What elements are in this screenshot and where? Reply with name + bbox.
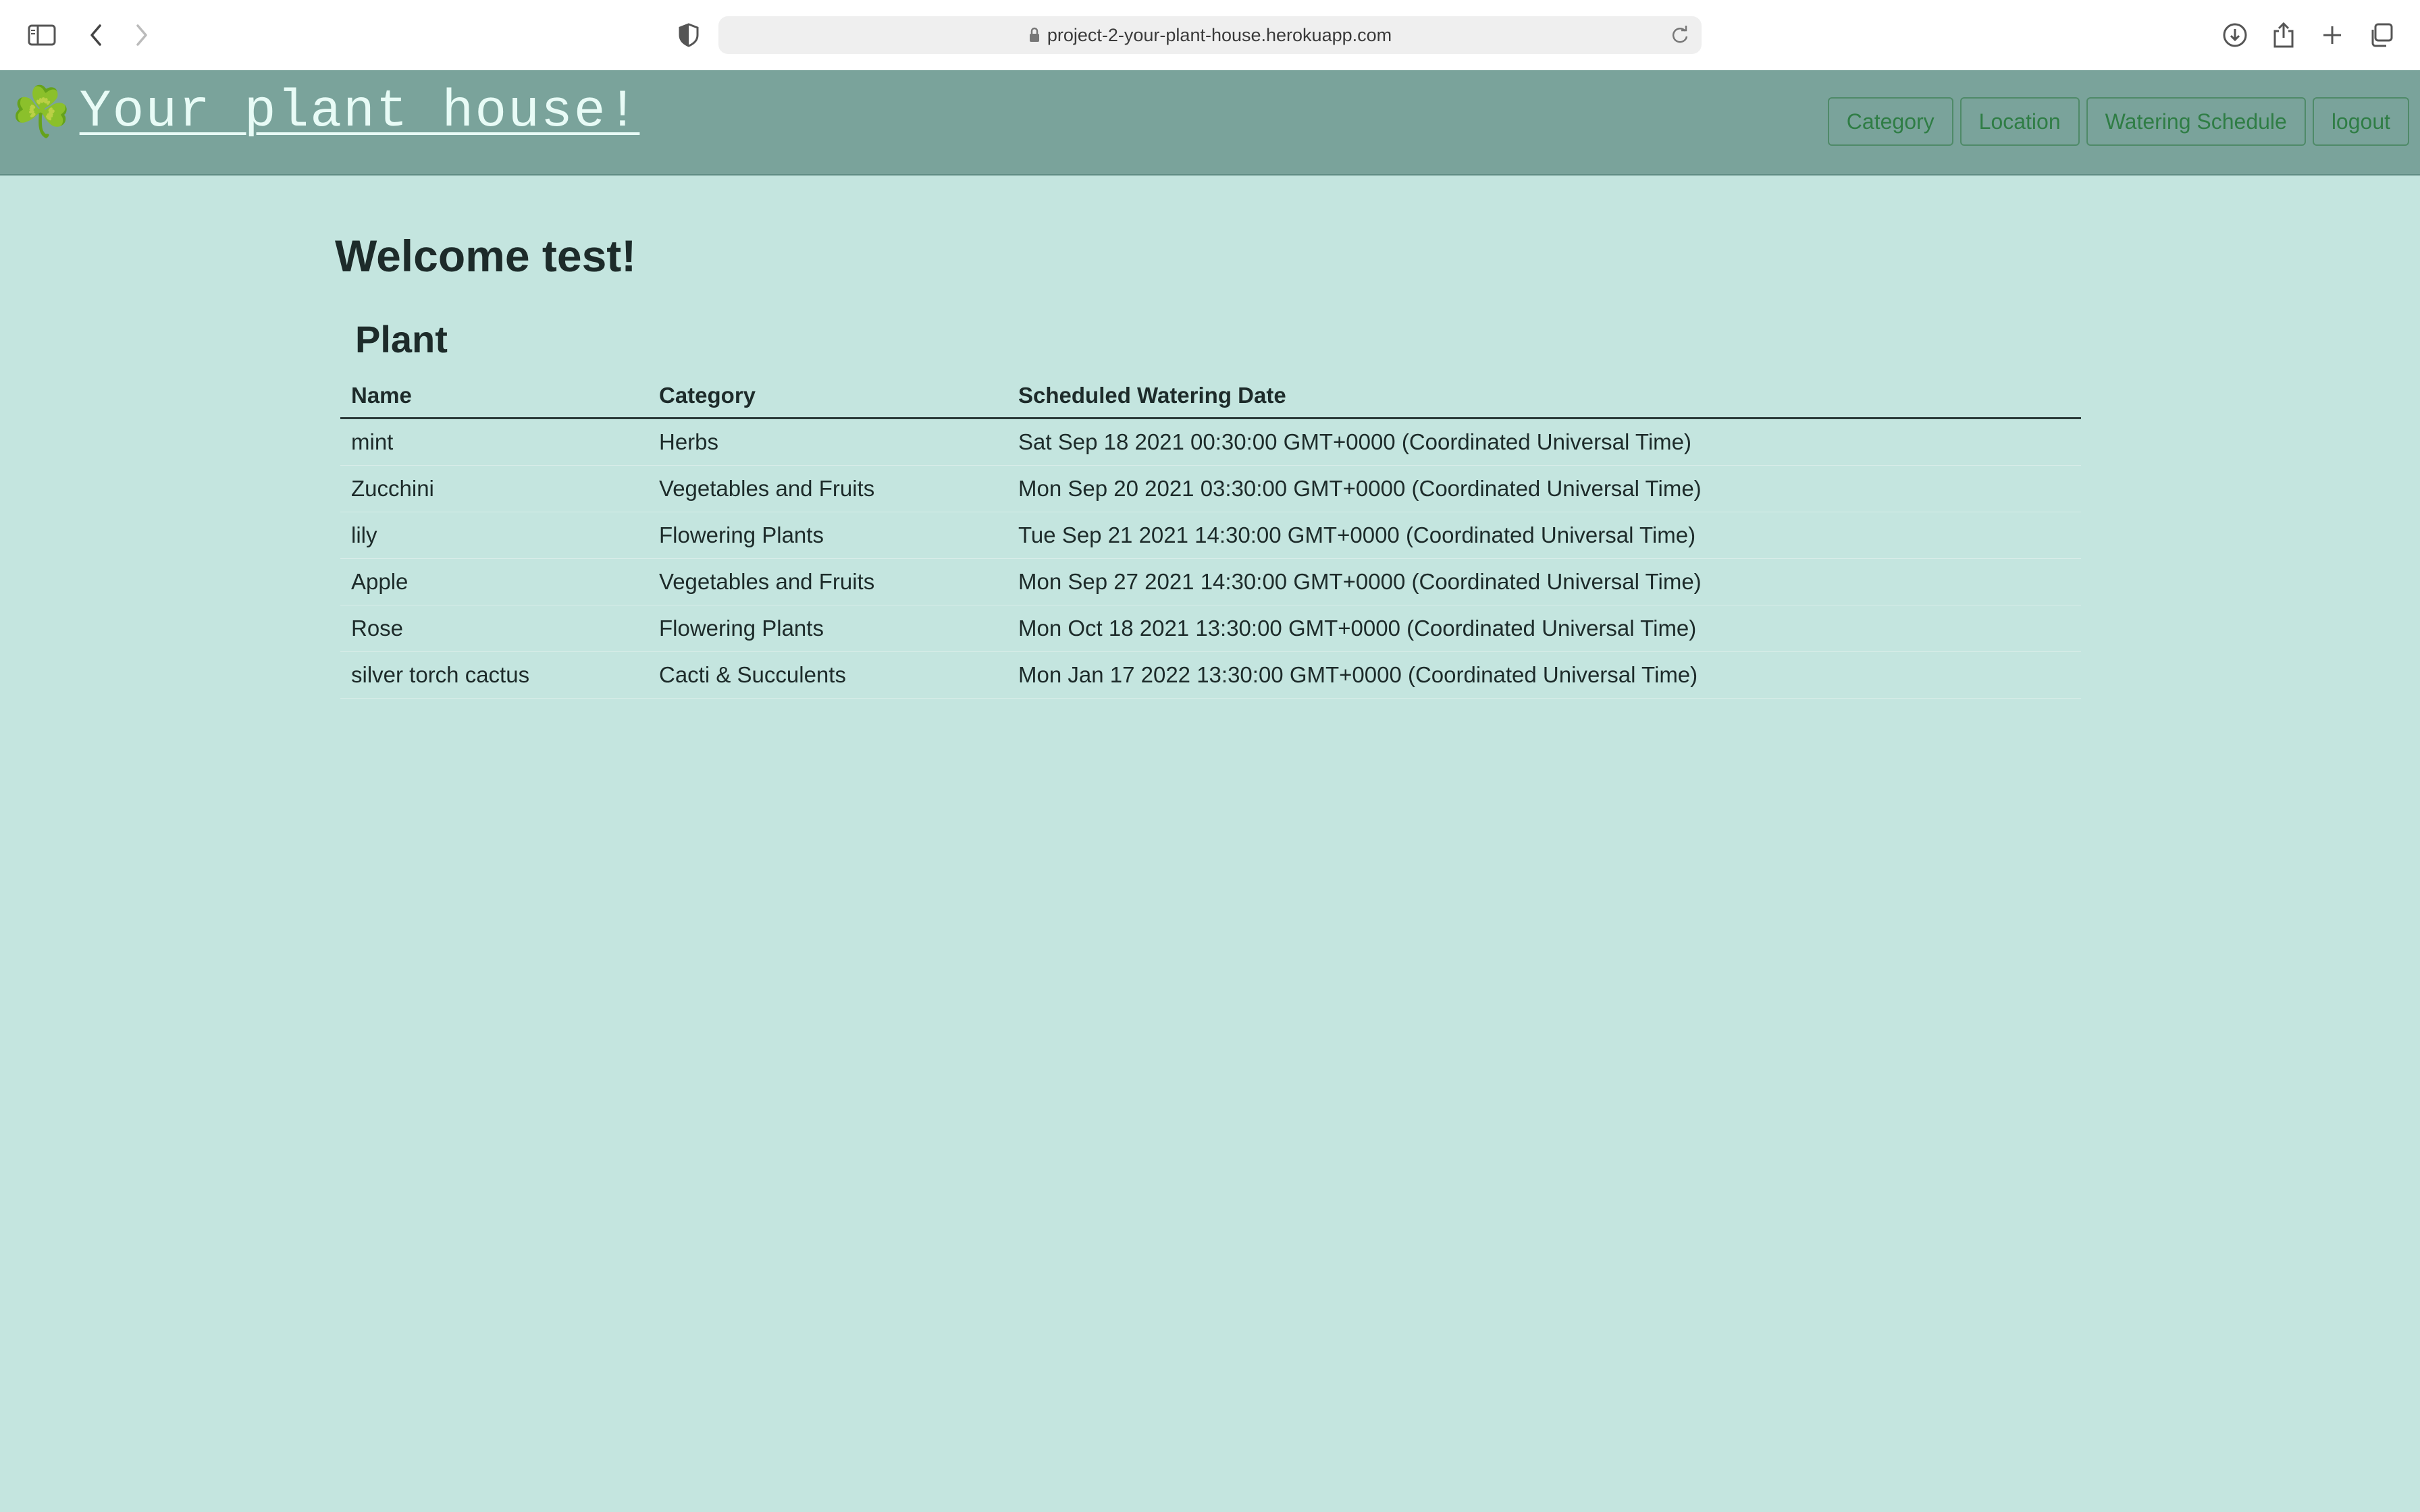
watering-date-cell: Mon Sep 20 2021 03:30:00 GMT+0000 (Coord… [1007,465,2081,513]
brand[interactable]: ☘️ Your plant house! [11,82,639,142]
logout-button[interactable]: logout [2312,97,2409,146]
download-icon[interactable] [2215,15,2255,55]
reload-icon[interactable] [1669,24,1691,46]
nav-watering-schedule-button[interactable]: Watering Schedule [2086,97,2306,146]
watering-date-cell: Mon Sep 27 2021 14:30:00 GMT+0000 (Coord… [1007,558,2081,606]
forward-icon[interactable] [122,15,162,55]
nav-category-button[interactable]: Category [1827,97,1953,146]
plant-category-cell: Herbs [648,418,1007,466]
plant-name-cell: Rose [340,605,648,653]
watering-date-cell: Sat Sep 18 2021 00:30:00 GMT+0000 (Coord… [1007,418,2081,466]
welcome-heading: Welcome test! [335,231,637,281]
plant-section-title: Plant [355,318,448,361]
plant-table: Name Category Scheduled Watering Date mi… [340,375,2081,699]
table-row: Rose Flowering Plants Mon Oct 18 2021 13… [340,605,2081,653]
table-row: mint Herbs Sat Sep 18 2021 00:30:00 GMT+… [340,418,2081,466]
table-row: Zucchini Vegetables and Fruits Mon Sep 2… [340,465,2081,513]
plant-name-cell: silver torch cactus [340,651,648,699]
brand-title-link[interactable]: Your plant house! [80,82,640,142]
plant-name-cell: Zucchini [340,465,648,513]
nav-location-button[interactable]: Location [1959,97,2080,146]
column-header-name: Name [340,375,648,420]
plant-category-cell: Flowering Plants [648,605,1007,653]
back-icon[interactable] [76,15,116,55]
browser-toolbar: project-2-your-plant-house.herokuapp.com [0,0,2420,71]
plant-name-cell: mint [340,418,648,466]
column-header-watering-date: Scheduled Watering Date [1007,375,2081,420]
table-header-row: Name Category Scheduled Watering Date [340,375,2081,420]
watering-date-cell: Mon Oct 18 2021 13:30:00 GMT+0000 (Coord… [1007,605,2081,653]
watering-date-cell: Tue Sep 21 2021 14:30:00 GMT+0000 (Coord… [1007,512,2081,560]
shamrock-icon: ☘️ [11,85,72,139]
plant-name-cell: Apple [340,558,648,606]
share-icon[interactable] [2263,15,2304,55]
new-tab-icon[interactable] [2312,15,2352,55]
watering-date-cell: Mon Jan 17 2022 13:30:00 GMT+0000 (Coord… [1007,651,2081,699]
plant-category-cell: Vegetables and Fruits [648,558,1007,606]
lock-icon [1028,27,1041,43]
main-content: Welcome test! Plant Name Category Schedu… [335,230,2084,699]
sidebar-icon[interactable] [22,15,62,55]
url-text: project-2-your-plant-house.herokuapp.com [1047,24,1392,45]
main-nav: Category Location Watering Schedule logo… [1827,97,2409,146]
table-row: Apple Vegetables and Fruits Mon Sep 27 2… [340,558,2081,606]
plant-category-cell: Vegetables and Fruits [648,465,1007,513]
plant-category-cell: Cacti & Succulents [648,651,1007,699]
plant-category-cell: Flowering Plants [648,512,1007,560]
table-row: silver torch cactus Cacti & Succulents M… [340,651,2081,699]
plant-name-cell: lily [340,512,648,560]
privacy-shield-icon[interactable] [668,15,709,55]
column-header-category: Category [648,375,1007,420]
tabs-overview-icon[interactable] [2361,15,2401,55]
address-bar[interactable]: project-2-your-plant-house.herokuapp.com [718,16,1702,54]
table-row: lily Flowering Plants Tue Sep 21 2021 14… [340,512,2081,560]
app-header: ☘️ Your plant house! Category Location W… [0,70,2420,176]
